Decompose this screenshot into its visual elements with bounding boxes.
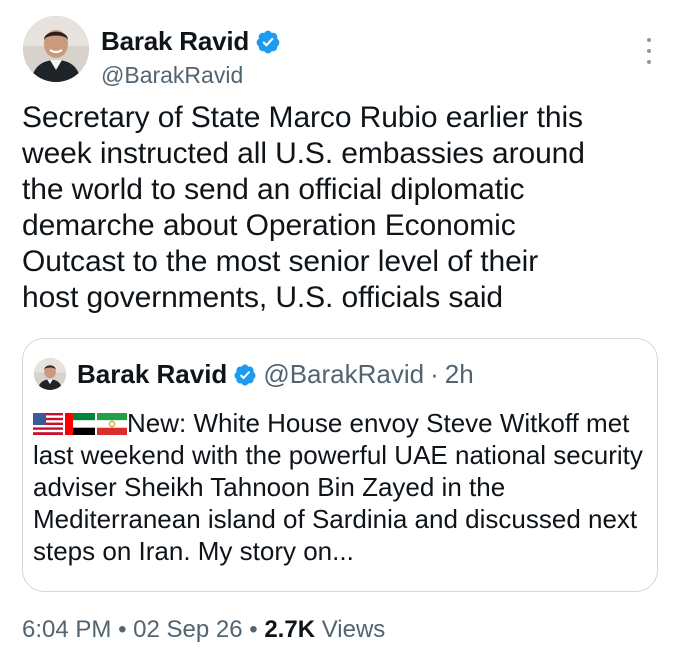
quoted-tweet-text: New: White House envoy Steve Witkoff met… <box>33 407 651 567</box>
tweet-footer: 6:04 PM • 02 Sep 26 • 2.7K Views <box>22 616 385 644</box>
author-name[interactable]: Barak Ravid <box>101 26 249 57</box>
tweet-header: Barak Ravid @BarakRavid <box>23 16 663 89</box>
views-count[interactable]: 2.7K <box>264 616 315 643</box>
quoted-author-name[interactable]: Barak Ravid <box>77 359 227 390</box>
quoted-author-handle[interactable]: @BarakRavid <box>263 359 424 390</box>
footer-separator: • <box>249 616 258 643</box>
tweet-text: Secretary of State Marco Rubio earlier t… <box>22 101 585 314</box>
verified-badge-icon <box>234 364 256 385</box>
iran-flag-icon <box>97 413 127 435</box>
dot-separator: · <box>430 359 439 389</box>
quoted-tweet[interactable]: Barak Ravid @BarakRavid · 2h New: White … <box>22 338 658 592</box>
footer-separator: • <box>118 616 127 643</box>
author-handle[interactable]: @BarakRavid <box>101 62 243 89</box>
quoted-timestamp[interactable]: 2h <box>445 359 474 390</box>
tweet-time[interactable]: 6:04 PM <box>22 616 111 643</box>
us-flag-icon <box>33 413 63 435</box>
more-options-icon[interactable] <box>639 38 659 64</box>
flag-emojis <box>33 413 127 435</box>
verified-badge-icon <box>256 30 280 53</box>
author-avatar[interactable] <box>23 16 89 82</box>
uae-flag-icon <box>65 413 95 435</box>
views-label: Views <box>321 616 386 643</box>
quoted-author-avatar[interactable] <box>34 358 66 390</box>
tweet-date[interactable]: 02 Sep 26 <box>133 616 242 643</box>
